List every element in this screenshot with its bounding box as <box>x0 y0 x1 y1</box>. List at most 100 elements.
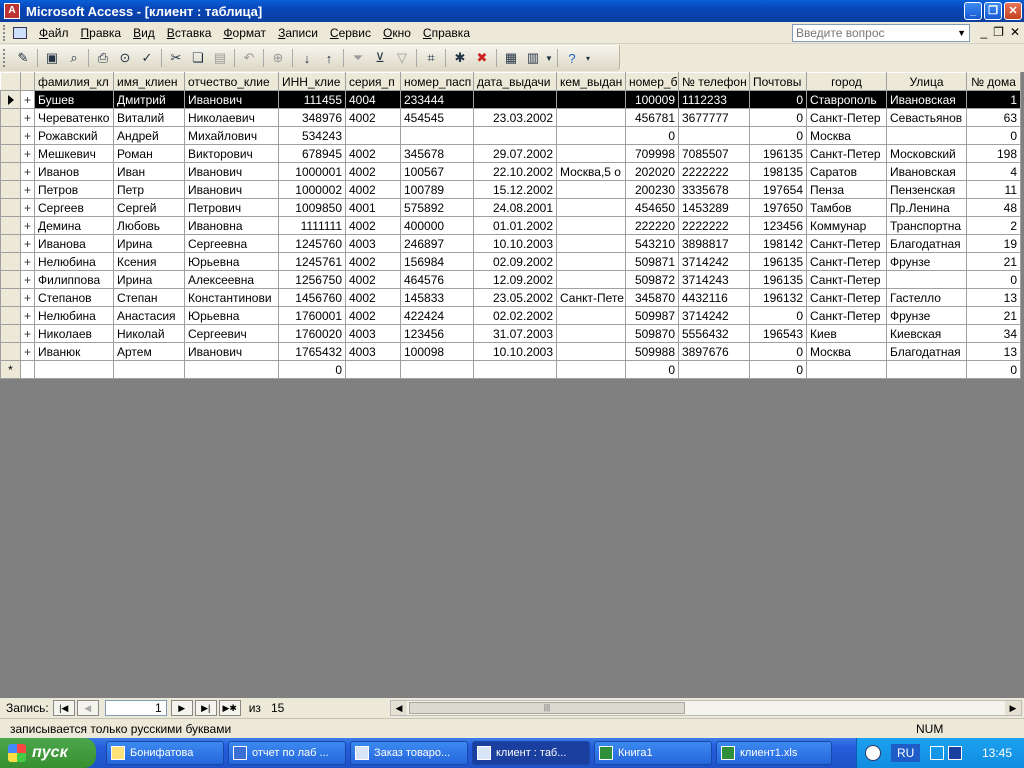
table-cell[interactable]: 0 <box>749 126 807 145</box>
table-cell[interactable]: 4001 <box>345 198 401 217</box>
table-cell[interactable]: Севастьянов <box>886 108 967 127</box>
table-cell[interactable]: 1453289 <box>678 198 750 217</box>
table-cell[interactable]: 509988 <box>625 342 679 361</box>
table-cell[interactable]: Андрей <box>113 126 185 145</box>
table-cell[interactable]: 23.03.2002 <box>473 108 557 127</box>
table-cell[interactable]: 2222222 <box>678 162 750 181</box>
delete-record-icon[interactable]: ✖ <box>471 47 493 69</box>
table-cell[interactable]: Рожавский <box>34 126 114 145</box>
table-cell[interactable]: Москва <box>806 342 887 361</box>
new-object-icon[interactable]: ▥ <box>522 47 544 69</box>
quick-launch-icon[interactable] <box>865 745 881 761</box>
table-cell[interactable]: 1009850 <box>278 198 346 217</box>
table-cell[interactable]: Саратов <box>806 162 887 181</box>
table-cell[interactable]: Бушев <box>34 90 114 109</box>
table-cell[interactable]: 196135 <box>749 252 807 271</box>
next-record-button[interactable]: ▶ <box>170 700 193 716</box>
column-header[interactable]: ИНН_клие <box>278 72 346 91</box>
table-cell[interactable] <box>886 270 967 289</box>
table-cell[interactable] <box>678 360 750 379</box>
table-row[interactable]: + Бушев Дмитрий Иванович 111455 4004 233444 100… <box>0 90 1021 109</box>
table-cell[interactable]: 3714242 <box>678 252 750 271</box>
table-cell[interactable]: Петров <box>34 180 114 199</box>
table-cell[interactable]: 24.08.2001 <box>473 198 557 217</box>
table-cell[interactable] <box>678 126 750 145</box>
table-cell[interactable]: 1000001 <box>278 162 346 181</box>
table-cell[interactable]: 156984 <box>400 252 474 271</box>
menu-records[interactable]: Записи <box>272 23 324 43</box>
table-row[interactable]: + Рожавский Андрей Михайлович 534243 0 0 Москва… <box>0 126 1021 145</box>
table-cell[interactable]: 3335678 <box>678 180 750 199</box>
record-selector[interactable] <box>0 252 21 271</box>
table-cell[interactable]: 1112233 <box>678 90 750 109</box>
taskbar-item-active[interactable]: клиент : таб... <box>472 741 590 765</box>
expand-subdatasheet-icon[interactable]: + <box>20 126 35 145</box>
table-cell[interactable]: Ивановская <box>886 90 967 109</box>
print-icon[interactable]: ⎙ <box>92 47 114 69</box>
table-cell[interactable]: 0 <box>749 108 807 127</box>
record-selector[interactable] <box>0 198 21 217</box>
copy-icon[interactable]: ❏ <box>187 47 209 69</box>
table-cell[interactable]: Пенза <box>806 180 887 199</box>
table-cell[interactable]: 198142 <box>749 234 807 253</box>
column-header[interactable]: имя_клиен <box>113 72 185 91</box>
table-cell[interactable]: 575892 <box>400 198 474 217</box>
table-cell[interactable]: Демина <box>34 216 114 235</box>
expand-subdatasheet-icon[interactable]: + <box>20 180 35 199</box>
table-cell[interactable] <box>473 360 557 379</box>
table-cell[interactable]: 15.12.2002 <box>473 180 557 199</box>
table-cell[interactable]: 4002 <box>345 162 401 181</box>
table-cell[interactable]: Иванюк <box>34 342 114 361</box>
table-cell[interactable]: 23.05.2002 <box>473 288 557 307</box>
expand-subdatasheet-icon[interactable]: + <box>20 324 35 343</box>
table-cell[interactable] <box>345 360 401 379</box>
table-cell[interactable]: 0 <box>749 306 807 325</box>
menu-window[interactable]: Окно <box>377 23 417 43</box>
find-icon[interactable]: ⌗ <box>420 47 442 69</box>
table-cell[interactable]: Фрунзе <box>886 306 967 325</box>
taskbar-item[interactable]: Бонифатова <box>106 741 224 765</box>
table-cell[interactable]: Санкт-Петер <box>806 234 887 253</box>
column-header[interactable]: отчество_клие <box>184 72 279 91</box>
tray-app-icon[interactable] <box>930 746 945 760</box>
table-cell[interactable]: 0 <box>625 126 679 145</box>
table-cell[interactable]: 454650 <box>625 198 679 217</box>
table-cell[interactable]: 4004 <box>345 90 401 109</box>
table-cell[interactable]: Санкт-Петер <box>806 306 887 325</box>
table-cell[interactable]: 2222222 <box>678 216 750 235</box>
table-cell[interactable]: Ивановна <box>184 216 279 235</box>
table-cell[interactable]: 198135 <box>749 162 807 181</box>
table-cell[interactable] <box>556 180 626 199</box>
menu-edit[interactable]: Правка <box>75 23 128 43</box>
table-cell[interactable]: 0 <box>966 360 1021 379</box>
table-cell[interactable]: Николаев <box>34 324 114 343</box>
scroll-right-icon[interactable]: ▶ <box>1005 701 1021 715</box>
table-cell[interactable]: 13 <box>966 288 1021 307</box>
table-cell[interactable]: 4002 <box>345 270 401 289</box>
table-cell[interactable]: 4002 <box>345 306 401 325</box>
table-cell[interactable]: Юрьевна <box>184 252 279 271</box>
table-cell[interactable] <box>556 126 626 145</box>
start-button[interactable]: пуск <box>0 738 96 768</box>
table-cell[interactable] <box>400 126 474 145</box>
table-cell[interactable]: 456781 <box>625 108 679 127</box>
database-window-icon[interactable]: ▦ <box>500 47 522 69</box>
record-selector[interactable] <box>0 288 21 307</box>
table-cell[interactable]: 202020 <box>625 162 679 181</box>
menu-view[interactable]: Вид <box>127 23 161 43</box>
table-cell[interactable]: Санкт-Петер <box>806 288 887 307</box>
table-cell[interactable]: 509987 <box>625 306 679 325</box>
menu-insert[interactable]: Вставка <box>161 23 218 43</box>
table-cell[interactable]: Ксения <box>113 252 185 271</box>
table-cell[interactable]: 3677777 <box>678 108 750 127</box>
table-cell[interactable]: Сергеев <box>34 198 114 217</box>
save-icon[interactable]: ▣ <box>41 47 63 69</box>
table-cell[interactable]: 400000 <box>400 216 474 235</box>
table-cell[interactable]: Алексеевна <box>184 270 279 289</box>
table-cell[interactable] <box>34 360 114 379</box>
table-cell[interactable]: Нелюбина <box>34 252 114 271</box>
table-cell[interactable]: 0 <box>278 360 346 379</box>
table-cell[interactable] <box>345 126 401 145</box>
horizontal-scrollbar[interactable]: ◀ ||| ▶ <box>390 700 1022 716</box>
table-cell[interactable]: Нелюбина <box>34 306 114 325</box>
